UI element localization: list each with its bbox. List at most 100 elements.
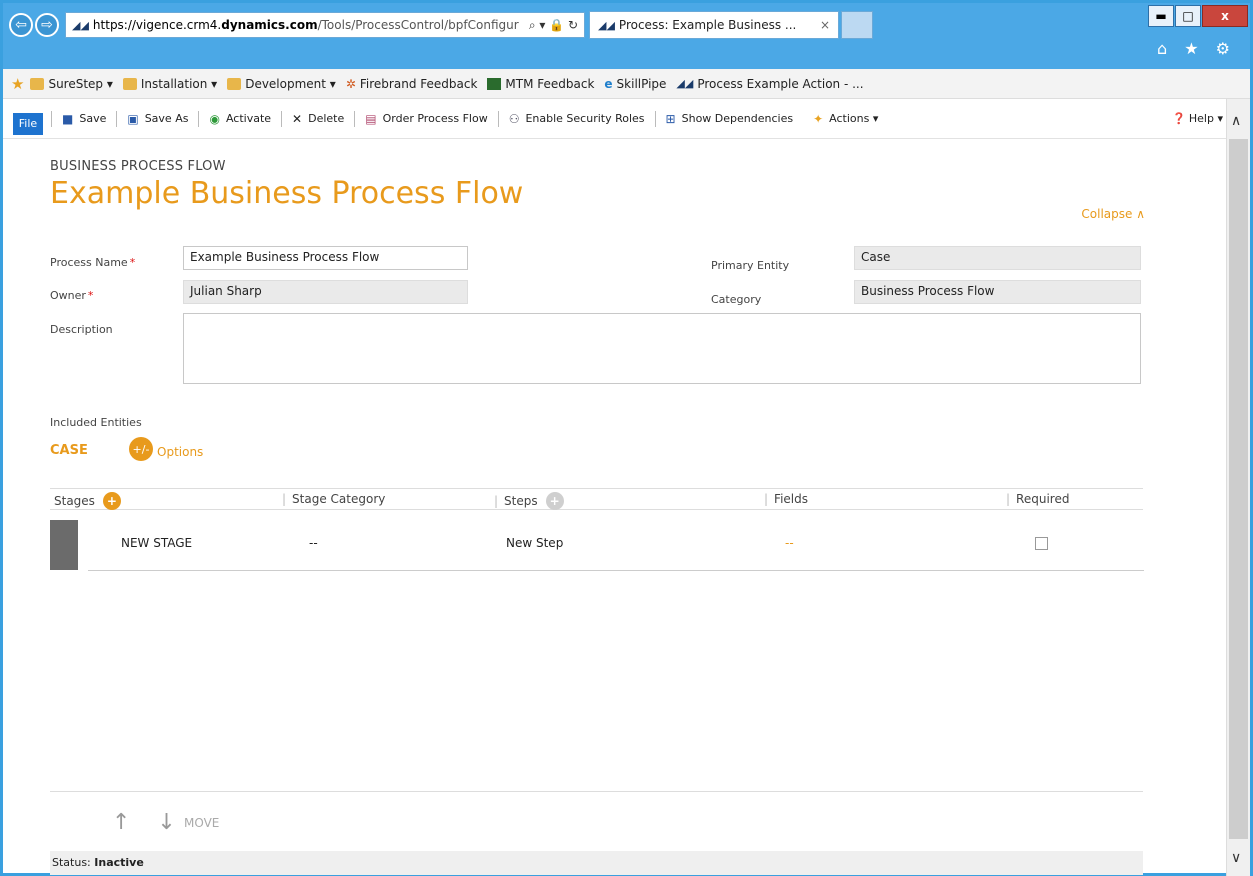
actions-menu[interactable]: ✦ Actions ▾ [803,111,888,127]
collapse-link[interactable]: Collapse ∧ [1081,207,1145,221]
order-icon: ▤ [365,111,377,126]
header-label: Stages [54,494,95,508]
save-button[interactable]: ■ Save [51,110,116,127]
header-stages: Stages + [54,492,121,510]
required-checkbox[interactable] [1035,537,1048,550]
entity-tab-case[interactable]: CASE [50,443,88,458]
favorite-firebrand[interactable]: ✲ Firebrand Feedback [346,77,478,91]
browser-window: ⇦ ⇨ ◢◢ https://vigence.crm4. dynamics.com… [0,0,1253,876]
dynamics-icon: ◢◢ [598,18,615,32]
primary-entity-label: Primary Entity [711,259,790,272]
new-tab-button[interactable] [841,11,873,39]
chart-icon [487,77,502,90]
enable-security-roles-button[interactable]: ⚇ Enable Security Roles [497,110,655,127]
dynamics-icon: ◢◢ [676,77,694,90]
stage-color-bar [50,520,78,570]
nav-row: ⇦ ⇨ ◢◢ https://vigence.crm4. dynamics.com… [9,11,873,39]
entity-type-label: BUSINESS PROCESS FLOW [50,159,226,174]
save-as-button[interactable]: ▣ Save As [116,110,198,127]
column-divider: | [1006,492,1011,506]
favorite-skillpipe[interactable]: e SkillPipe [604,77,666,91]
browser-tab[interactable]: ◢◢ Process: Example Business ... × [589,11,839,39]
browser-right-icons[interactable]: ⌂ ★ ⚙ [1157,39,1236,58]
status-value: Inactive [94,856,144,869]
stage-category[interactable]: -- [309,536,318,550]
security-roles-label: Enable Security Roles [525,112,645,125]
options-label: Options [157,445,204,459]
included-entities-label: Included Entities [50,416,142,429]
command-bar: File ■ Save ▣ Save As ◉ Activate ✕ Delete ▤ O… [3,99,1229,139]
header-label: Stage Category [292,492,386,506]
activate-button[interactable]: ◉ Activate [198,110,281,127]
vertical-scrollbar[interactable]: ∧ ∨ [1226,99,1250,876]
url-path: /Tools/ProcessControl/bpfConfigur [317,18,519,32]
table-row[interactable]: NEW STAGE -- New Step -- [50,520,1145,572]
required-mark: * [129,256,136,269]
window-controls: ▬ □ x [1147,5,1248,29]
favorite-label: MTM Feedback [505,76,595,91]
security-roles-icon: ⚇ [508,111,520,126]
url-host: dynamics.com [221,18,318,32]
move-toolbar: ↑ ↓ MOVE [50,791,1143,849]
label-text: Process Name [50,256,128,269]
delete-button[interactable]: ✕ Delete [281,110,354,127]
favorite-label: SureStep ▾ [48,76,113,91]
save-as-label: Save As [144,112,189,125]
move-arrows-icon[interactable]: ↑ ↓ [112,810,186,835]
scroll-down-icon[interactable]: ∨ [1231,850,1241,866]
required-mark: * [87,289,94,302]
favorite-label: Installation ▾ [140,76,218,91]
owner-label: Owner * [50,289,93,302]
show-dependencies-button[interactable]: ⊞ Show Dependencies [654,110,804,127]
status-label: Status: [52,856,91,869]
options-button[interactable]: +/- Options [129,437,203,461]
favorite-development[interactable]: Development ▾ [227,77,336,91]
header-fields: | Fields [764,492,808,506]
save-label: Save [79,112,107,125]
favorites-star-icon[interactable]: ★ [11,75,24,93]
order-process-flow-button[interactable]: ▤ Order Process Flow [354,110,497,127]
header-stage-category: | Stage Category [282,492,385,506]
order-label: Order Process Flow [382,112,488,125]
favorite-label: SkillPipe [616,76,667,91]
favorite-installation[interactable]: Installation ▾ [122,76,218,91]
add-step-icon[interactable]: + [545,492,564,510]
column-divider: | [764,492,769,506]
step-name[interactable]: New Step [506,536,563,550]
process-name-input[interactable]: Example Business Process Flow [183,246,468,270]
owner-field[interactable]: Julian Sharp [183,280,468,304]
dependencies-icon: ⊞ [665,111,676,126]
stage-name[interactable]: NEW STAGE [121,536,192,550]
back-button[interactable]: ⇦ [9,13,33,37]
column-divider: | [494,494,499,508]
address-bar[interactable]: ◢◢ https://vigence.crm4. dynamics.com/Too… [65,12,585,38]
category-label: Category [711,293,762,306]
save-icon: ■ [62,111,74,126]
help-menu[interactable]: ❓ Help ▾ [1172,112,1229,125]
header-label: Required [1016,492,1070,506]
row-divider [88,570,1144,571]
maximize-button[interactable]: □ [1175,5,1201,27]
favorite-label: Process Example Action - ... [697,76,864,91]
actions-label: Actions ▾ [829,112,879,125]
file-button[interactable]: File [13,112,43,135]
scroll-thumb[interactable] [1229,139,1248,839]
favorite-mtm[interactable]: MTM Feedback [487,77,594,91]
folder-icon [227,77,242,90]
close-button[interactable]: x [1202,5,1248,27]
description-textarea[interactable] [183,313,1141,384]
delete-icon: ✕ [292,111,303,126]
form-header: BUSINESS PROCESS FLOW Example Business P… [50,159,1145,221]
activate-label: Activate [225,112,272,125]
scroll-up-icon[interactable]: ∧ [1231,113,1241,129]
label-text: Owner [50,289,86,302]
forward-button[interactable]: ⇨ [35,13,59,37]
favorite-process-example[interactable]: ◢◢ Process Example Action - ... [676,77,863,91]
step-fields[interactable]: -- [785,536,794,550]
add-stage-icon[interactable]: + [102,492,121,510]
tab-close-icon[interactable]: × [820,18,830,32]
favorite-surestep[interactable]: SureStep ▾ [30,76,113,91]
actions-icon: ✦ [813,111,824,126]
minimize-button[interactable]: ▬ [1148,5,1174,27]
address-tools[interactable]: ⌕ ▾ 🔒 ↻ [529,18,578,33]
